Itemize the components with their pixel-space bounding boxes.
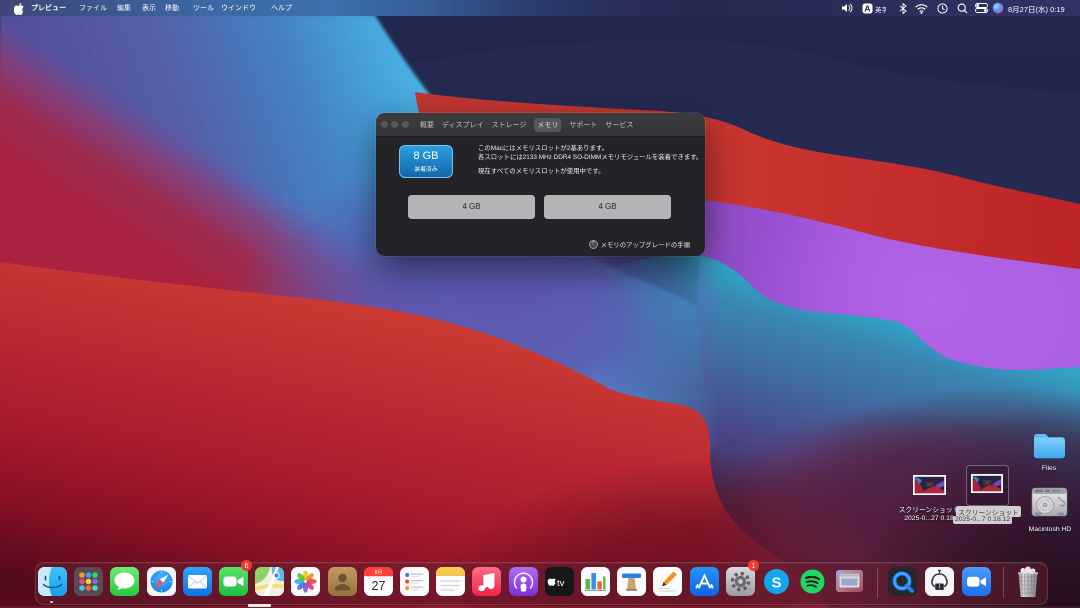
svg-text:8月: 8月 <box>374 570 382 576</box>
svg-text:tv: tv <box>557 578 565 589</box>
svg-text:英字: 英字 <box>875 5 886 14</box>
svg-text:27: 27 <box>371 579 385 593</box>
svg-text:S: S <box>771 574 781 591</box>
svg-text:A: A <box>864 3 870 13</box>
